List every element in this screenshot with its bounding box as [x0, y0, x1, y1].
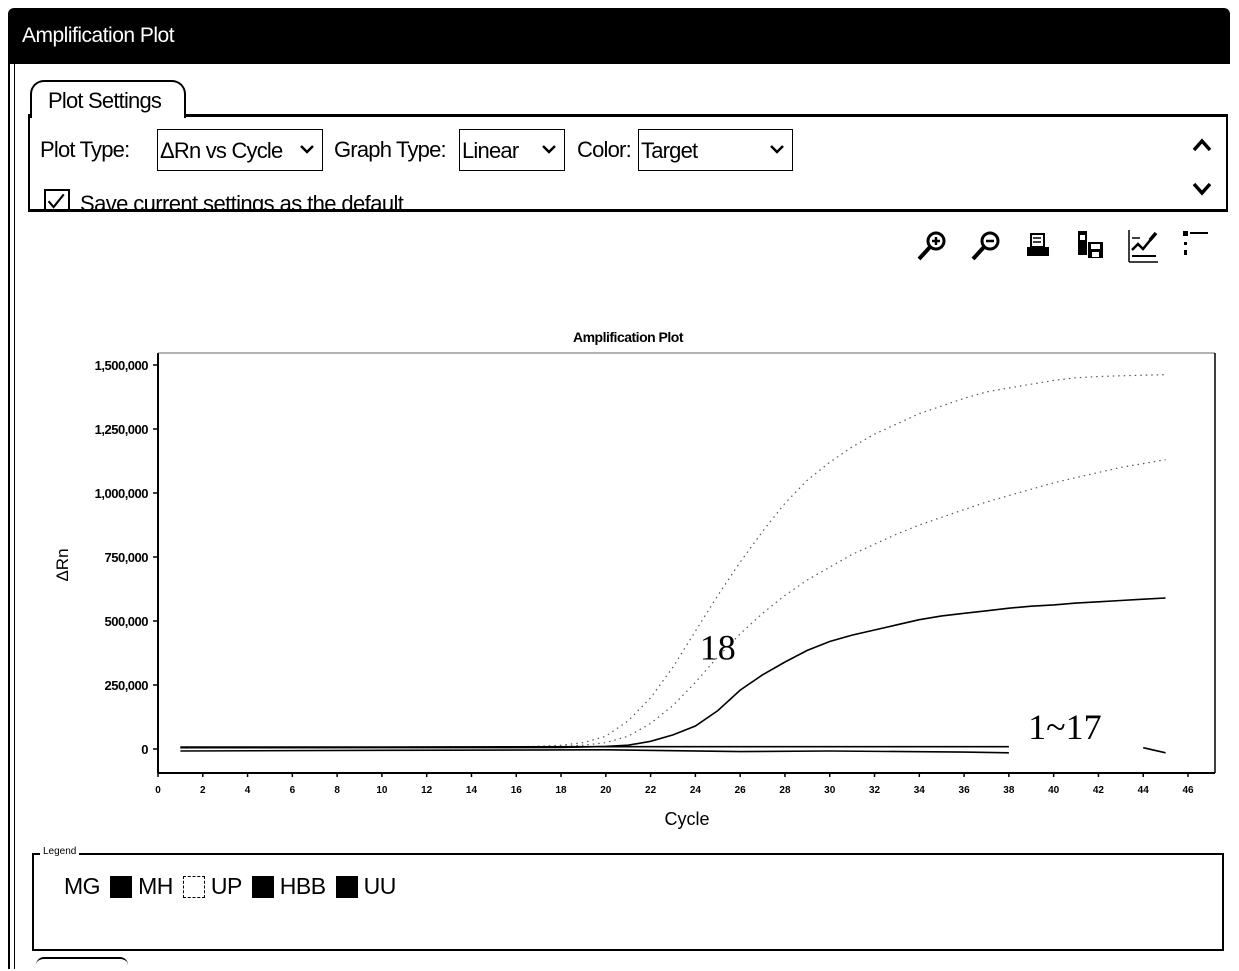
scroll-up-icon[interactable] — [1192, 137, 1212, 153]
x-tick-label: 12 — [421, 785, 433, 796]
chart-annotation: 1~17 — [1028, 707, 1101, 747]
window-frame-left — [8, 64, 15, 969]
x-tick-label: 22 — [645, 785, 657, 796]
legend-items: MG MH UP HBB UU — [64, 873, 406, 900]
x-tick-label: 8 — [334, 785, 340, 796]
x-tick-label: 20 — [600, 785, 612, 796]
legend-item-mg[interactable]: MG — [64, 873, 100, 900]
save-default-label: Save current settings as the default — [80, 191, 403, 212]
x-tick-label: 26 — [735, 785, 747, 796]
series-line-sample-18 — [180, 598, 1165, 748]
legend-label: MG — [64, 873, 100, 900]
x-tick-label: 4 — [245, 785, 251, 796]
chart-annotation: 18 — [700, 627, 736, 667]
save-default-checkbox[interactable] — [44, 189, 70, 212]
x-tick-label: 38 — [1003, 785, 1015, 796]
series-line-samples-1-17-lower — [180, 750, 1009, 753]
x-tick-label: 44 — [1138, 785, 1150, 796]
x-tick-label: 0 — [155, 785, 161, 796]
legend-label: HBB — [280, 873, 326, 900]
x-tick-label: 10 — [376, 785, 388, 796]
legend-panel — [32, 853, 1224, 951]
legend-label: UP — [211, 873, 242, 900]
series-line-mid-dotted — [180, 460, 1165, 748]
legend-title: Legend — [40, 846, 79, 857]
legend-swatch — [110, 876, 132, 898]
chevron-down-icon — [770, 142, 784, 156]
chevron-down-icon — [300, 142, 314, 156]
chart-title: Amplification Plot — [573, 329, 684, 345]
legend-toggle-icon[interactable] — [1178, 228, 1212, 268]
legend-label: UU — [364, 873, 396, 900]
legend-swatch — [252, 876, 274, 898]
plot-settings-panel: Plot Type: ΔRn vs Cycle Graph Type: Line… — [28, 114, 1228, 212]
legend-swatch — [336, 876, 358, 898]
tab-plot-settings-label: Plot Settings — [48, 88, 161, 114]
y-tick-label: 0 — [141, 742, 148, 757]
series-line-samples-1-17-tail — [1143, 748, 1165, 753]
scroll-down-icon[interactable] — [1192, 181, 1212, 197]
x-tick-label: 6 — [290, 785, 296, 796]
plot-type-label: Plot Type: — [40, 137, 129, 163]
zoom-in-icon[interactable] — [914, 228, 948, 268]
x-tick-label: 28 — [779, 785, 791, 796]
plot-type-value: ΔRn vs Cycle — [160, 138, 282, 164]
checkmark-icon — [46, 191, 68, 212]
x-tick-label: 42 — [1093, 785, 1105, 796]
color-label: Color: — [577, 137, 631, 163]
x-tick-label: 32 — [869, 785, 881, 796]
legend-item-hbb[interactable]: HBB — [252, 873, 326, 900]
legend-label: MH — [138, 873, 173, 900]
legend-item-mh[interactable]: MH — [110, 873, 173, 900]
print-icon[interactable] — [1022, 228, 1056, 268]
graph-type-label: Graph Type: — [334, 137, 446, 163]
x-axis-label: Cycle — [664, 809, 709, 829]
chart-axes — [158, 353, 1215, 773]
plot-properties-icon[interactable] — [1126, 228, 1160, 268]
legend-item-up[interactable]: UP — [183, 873, 242, 900]
chevron-down-icon — [542, 142, 556, 156]
series-line-high-dotted — [180, 375, 1165, 748]
color-value: Target — [641, 138, 697, 164]
x-tick-label: 24 — [690, 785, 702, 796]
x-tick-label: 34 — [914, 785, 926, 796]
plot-type-select[interactable]: ΔRn vs Cycle — [157, 129, 323, 171]
legend-swatch — [183, 876, 205, 898]
legend-item-uu[interactable]: UU — [336, 873, 396, 900]
y-tick-label: 500,000 — [105, 614, 149, 629]
x-tick-label: 2 — [200, 785, 206, 796]
chart-annotations: 18 1~17 — [700, 627, 1102, 746]
x-tick-label: 18 — [555, 785, 567, 796]
x-tick-label: 16 — [511, 785, 523, 796]
y-tick-label: 1,000,000 — [95, 486, 149, 501]
graph-type-select[interactable]: Linear — [459, 129, 565, 171]
x-tick-label: 30 — [824, 785, 836, 796]
save-icon[interactable] — [1074, 228, 1108, 268]
x-tick-label: 14 — [466, 785, 478, 796]
x-tick-label: 36 — [959, 785, 971, 796]
graph-type-value: Linear — [462, 138, 518, 164]
y-tick-label: 1,250,000 — [95, 422, 149, 437]
color-select[interactable]: Target — [638, 129, 793, 171]
window-title: Amplification Plot — [22, 24, 174, 48]
x-tick-label: 40 — [1048, 785, 1060, 796]
window-titlebar: Amplification Plot — [8, 8, 1230, 64]
y-tick-label: 250,000 — [105, 678, 149, 693]
tab-plot-settings[interactable]: Plot Settings — [30, 80, 186, 118]
x-tick-label: 46 — [1182, 785, 1194, 796]
zoom-out-icon[interactable] — [968, 228, 1002, 268]
chart-series — [180, 375, 1165, 753]
chart-ticks: 0246810121416182022242628303234363840424… — [95, 358, 1194, 796]
y-axis-label: ΔRn — [53, 548, 72, 581]
y-tick-label: 750,000 — [105, 550, 149, 565]
y-tick-label: 1,500,000 — [95, 358, 149, 373]
